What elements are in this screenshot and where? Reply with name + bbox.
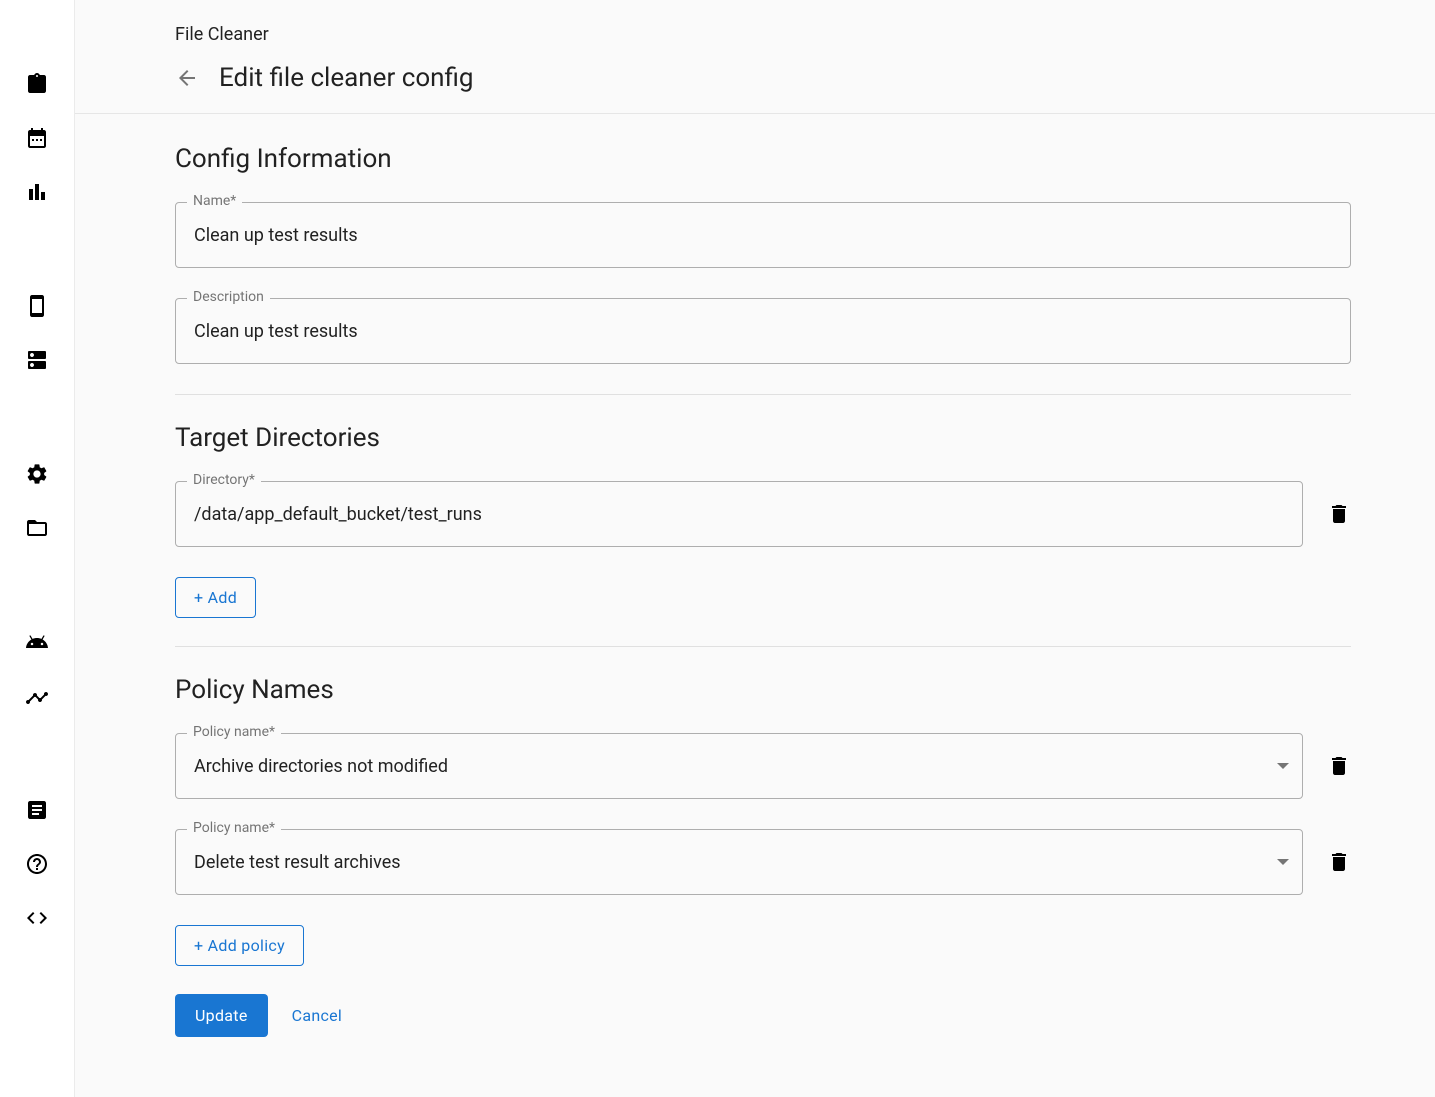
sidebar (0, 0, 75, 1097)
target-dirs-title: Target Directories (175, 423, 1351, 453)
gear-icon[interactable] (25, 462, 49, 486)
page-header: File Cleaner Edit file cleaner config (75, 0, 1435, 114)
config-info-title: Config Information (175, 144, 1351, 174)
update-button[interactable]: Update (175, 994, 268, 1037)
delete-policy-icon[interactable] (1327, 850, 1351, 874)
folder-icon[interactable] (25, 516, 49, 540)
insights-icon[interactable] (25, 684, 49, 708)
policy-select-0[interactable]: Archive directories not modified (175, 733, 1303, 799)
description-label: Description (187, 289, 270, 305)
policy-select-1[interactable]: Delete test result archives (175, 829, 1303, 895)
clipboard-icon[interactable] (25, 72, 49, 96)
android-icon[interactable] (25, 630, 49, 654)
directory-label: Directory* (187, 472, 261, 488)
code-icon[interactable] (25, 906, 49, 930)
name-input[interactable] (175, 202, 1351, 268)
policy-select-value: Archive directories not modified (194, 756, 448, 777)
back-arrow-icon[interactable] (175, 66, 199, 90)
main-content: File Cleaner Edit file cleaner config Co… (75, 0, 1435, 1097)
bar-chart-icon[interactable] (25, 180, 49, 204)
calendar-icon[interactable] (25, 126, 49, 150)
breadcrumb: File Cleaner (175, 24, 1435, 45)
directory-input[interactable] (175, 481, 1303, 547)
policy-names-title: Policy Names (175, 675, 1351, 705)
article-icon[interactable] (25, 798, 49, 822)
divider (175, 394, 1351, 395)
description-input[interactable] (175, 298, 1351, 364)
delete-directory-icon[interactable] (1327, 502, 1351, 526)
help-icon[interactable] (25, 852, 49, 876)
cancel-button[interactable]: Cancel (282, 994, 353, 1037)
policy-select-value: Delete test result archives (194, 852, 401, 873)
delete-policy-icon[interactable] (1327, 754, 1351, 778)
page-title: Edit file cleaner config (219, 63, 474, 93)
policy-label: Policy name* (187, 724, 281, 740)
divider (175, 646, 1351, 647)
name-label: Name* (187, 193, 242, 209)
dns-icon[interactable] (25, 348, 49, 372)
smartphone-icon[interactable] (25, 294, 49, 318)
add-directory-button[interactable]: + Add (175, 577, 256, 618)
add-policy-button[interactable]: + Add policy (175, 925, 304, 966)
policy-label: Policy name* (187, 820, 281, 836)
